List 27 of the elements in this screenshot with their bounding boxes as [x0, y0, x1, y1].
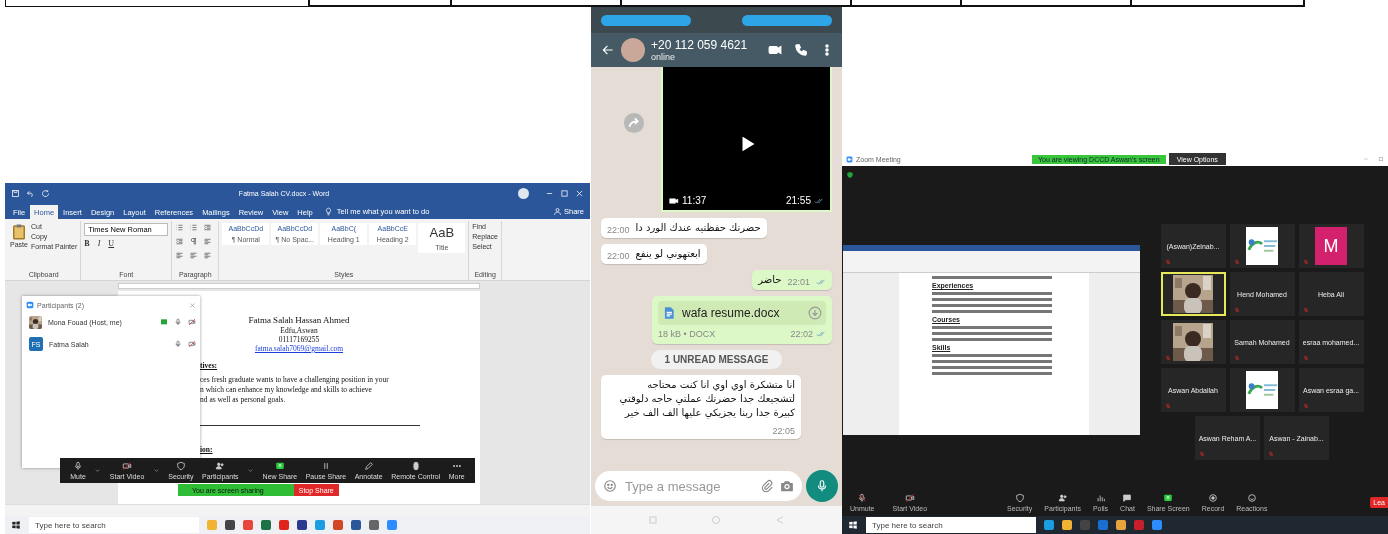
file-info: 18 kB • DOCX — [658, 329, 716, 339]
contact-name: +20 112 059 4621 — [651, 38, 748, 52]
document-title: Fatma Salah Hassan Ahmed — [248, 315, 350, 326]
format-button[interactable]: U — [108, 239, 115, 248]
message-time: 22:05 — [772, 426, 795, 436]
message-time: 22:00 — [607, 251, 630, 261]
message-time: 22:02 — [790, 329, 813, 339]
message-text: حاضر — [758, 273, 782, 287]
message-text: حضرتك حفظتيه عندك الورد دا — [635, 221, 761, 235]
message-input[interactable]: Type a message — [623, 477, 754, 495]
avatar: M — [1315, 227, 1347, 265]
format-button[interactable]: B — [84, 239, 90, 248]
message-text: ابعتهوني لو ينفع — [635, 247, 701, 261]
message-time: 22:00 — [607, 225, 630, 235]
unread-divider: 1 UNREAD MESSAGE — [650, 350, 783, 369]
message-time: 22:01 — [787, 277, 810, 287]
video-message[interactable]: 11:37 21:55 — [661, 67, 832, 212]
search-field[interactable]: Type here to search — [866, 517, 1036, 533]
file-name: wafa resume.docx — [682, 306, 780, 320]
search-field[interactable]: Type here to search — [29, 517, 199, 533]
file-message[interactable]: wafa resume.docx 18 kB • DOCX 22:02 — [652, 296, 832, 344]
video-duration: 11:37 — [682, 195, 707, 206]
message-text: انا متشكرة اوي اوي انا كنت محتاجه لتشجيعك جدا حضرتك عملتي حاجه دلوقتي كبيرة جدا ربنا يجزيكي عليها الف الف خير — [618, 378, 795, 420]
message-time: 21:55 — [785, 195, 811, 206]
message-field[interactable]: Type a message — [595, 471, 802, 501]
presence-status: online — [651, 52, 677, 62]
format-button[interactable]: I — [97, 239, 101, 248]
